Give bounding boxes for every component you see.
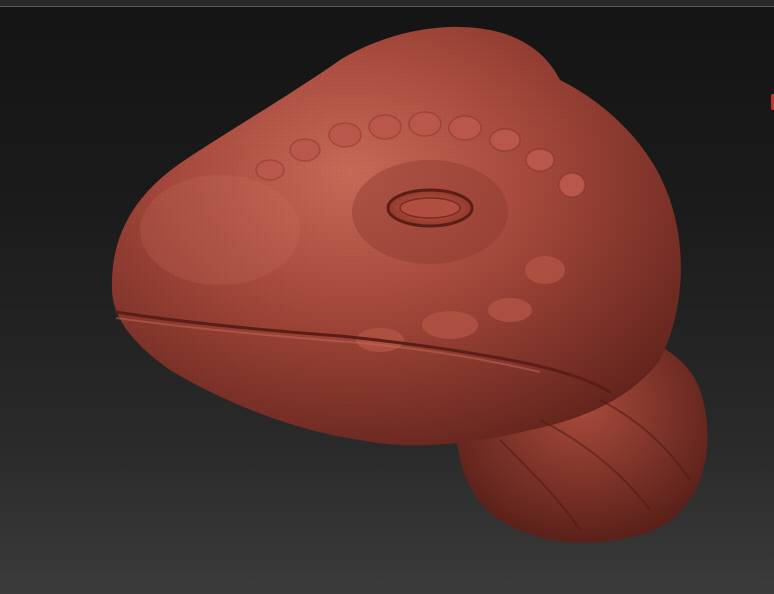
snout-highlight xyxy=(140,175,300,285)
eye-icon xyxy=(399,197,461,219)
sculpted-head-model[interactable] xyxy=(0,0,774,594)
document-viewport[interactable] xyxy=(0,0,774,594)
